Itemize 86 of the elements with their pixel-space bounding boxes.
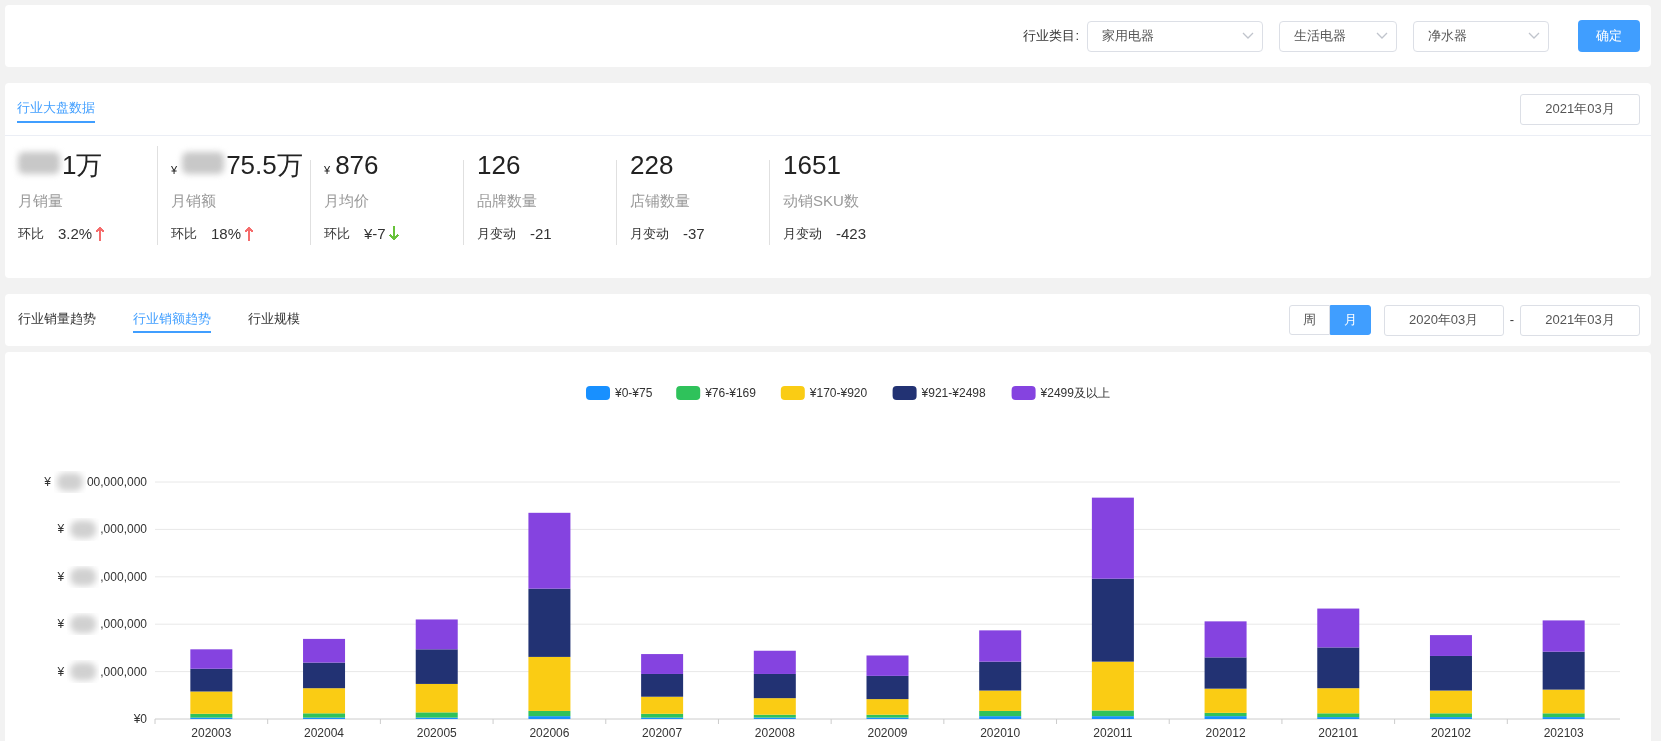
stat-value: 126 <box>477 149 521 182</box>
trend-tab[interactable]: 行业规模 <box>248 307 300 333</box>
range-separator: - <box>1509 311 1514 330</box>
axis-tick-label: ,000,000 <box>100 569 147 584</box>
legend-item: ¥170-¥920 <box>780 386 868 400</box>
change-label: 环比 <box>324 225 350 243</box>
currency-sign: ¥ <box>44 475 51 489</box>
axis-tick-label: 202004 <box>304 726 345 740</box>
bar-segment <box>1317 608 1360 648</box>
chevron-down-icon <box>1528 32 1540 40</box>
axis-tick-label: 00,000,000 <box>86 475 147 489</box>
bar-segment <box>979 630 1022 662</box>
trend-tab[interactable]: 行业销量趋势 <box>18 307 96 333</box>
axis-tick-label: 202011 <box>1093 726 1133 740</box>
end-date-picker[interactable]: 2021年03月 <box>1520 304 1640 336</box>
axis-tick-label: ,000,000 <box>100 522 147 537</box>
bar-segment <box>190 668 233 692</box>
axis-tick-label: ,000,000 <box>100 664 147 679</box>
month-picker[interactable]: 2021年03月 <box>1520 93 1640 125</box>
bar-segment <box>1542 620 1585 652</box>
axis-tick-label: 202009 <box>867 726 908 740</box>
change-label: 月变动 <box>630 225 669 243</box>
stat-label: 店铺数量 <box>630 191 691 211</box>
currency-sign: ¥ <box>57 664 65 679</box>
change-label: 环比 <box>18 225 44 243</box>
change-value: ¥-7 <box>364 223 386 244</box>
category-select[interactable]: 生活电器 <box>1279 20 1397 52</box>
bar-segment <box>1204 621 1247 658</box>
bar-segment <box>303 638 346 663</box>
bar-segment <box>415 649 458 684</box>
stat-label: 月销量 <box>18 191 64 211</box>
legend-item: ¥76-¥169 <box>676 386 756 400</box>
axis-tick-label: 202007 <box>642 726 683 740</box>
legend-item: ¥921-¥2498 <box>892 386 986 400</box>
bar-segment <box>753 650 796 674</box>
category-select[interactable]: 净水器 <box>1413 20 1549 52</box>
change-value: -423 <box>836 223 867 244</box>
bar-segment <box>190 649 233 669</box>
stat-value: 228 <box>630 149 674 182</box>
bar-segment <box>979 661 1022 691</box>
stat-label: 动销SKU数 <box>783 191 860 211</box>
change-value: -37 <box>683 223 705 244</box>
currency-sign: ¥ <box>171 163 178 178</box>
period-toggle[interactable]: 周 <box>1288 305 1330 335</box>
bar-segment <box>641 654 684 674</box>
axis-tick-label: 202012 <box>1205 726 1246 740</box>
stat-value: 75.5万 <box>226 149 303 182</box>
change-value: -21 <box>530 223 552 244</box>
currency-sign: ¥ <box>324 163 331 178</box>
axis-tick-label: ,000,000 <box>100 617 147 632</box>
category-label: 行业类目: <box>1023 27 1079 46</box>
chevron-down-icon <box>1376 32 1388 40</box>
stat-value: 1万 <box>62 149 103 182</box>
axis-tick-label: 202103 <box>1543 726 1584 740</box>
bar-segment <box>415 619 458 650</box>
bar-segment <box>528 588 571 657</box>
change-value: 3.2% <box>58 223 93 244</box>
axis-tick-label: 202101 <box>1318 726 1359 740</box>
currency-sign: ¥ <box>57 522 65 537</box>
legend-item: ¥2499及以上 <box>1011 386 1110 400</box>
stat-value: 1651 <box>783 149 841 182</box>
stat-label: 月均价 <box>324 191 370 211</box>
stat-value: 876 <box>335 149 379 182</box>
axis-tick-label: 202008 <box>754 726 795 740</box>
bar-segment <box>303 662 346 689</box>
change-value: 18% <box>211 223 242 244</box>
change-label: 月变动 <box>783 225 822 243</box>
chevron-down-icon <box>1242 32 1254 40</box>
axis-tick-label: 202005 <box>416 726 457 740</box>
bar-segment <box>866 655 909 676</box>
change-label: 月变动 <box>477 225 516 243</box>
axis-tick-label: 202003 <box>191 726 232 740</box>
stat-label: 月销额 <box>171 191 217 211</box>
change-label: 环比 <box>171 225 197 243</box>
currency-sign: ¥ <box>57 569 65 584</box>
bar-segment <box>641 673 684 697</box>
axis-tick-label: 202006 <box>529 726 570 740</box>
legend-item: ¥0-¥75 <box>586 386 653 400</box>
start-date-picker[interactable]: 2020年03月 <box>1383 304 1504 336</box>
stat-label: 品牌数量 <box>477 191 538 211</box>
currency-sign: ¥ <box>57 617 65 632</box>
axis-tick-label: 202010 <box>980 726 1021 740</box>
bar-segment <box>1204 657 1247 689</box>
category-select[interactable]: 家用电器 <box>1087 20 1263 52</box>
axis-tick-label: ¥0 <box>133 712 147 726</box>
axis-tick-label: 202102 <box>1430 726 1471 740</box>
